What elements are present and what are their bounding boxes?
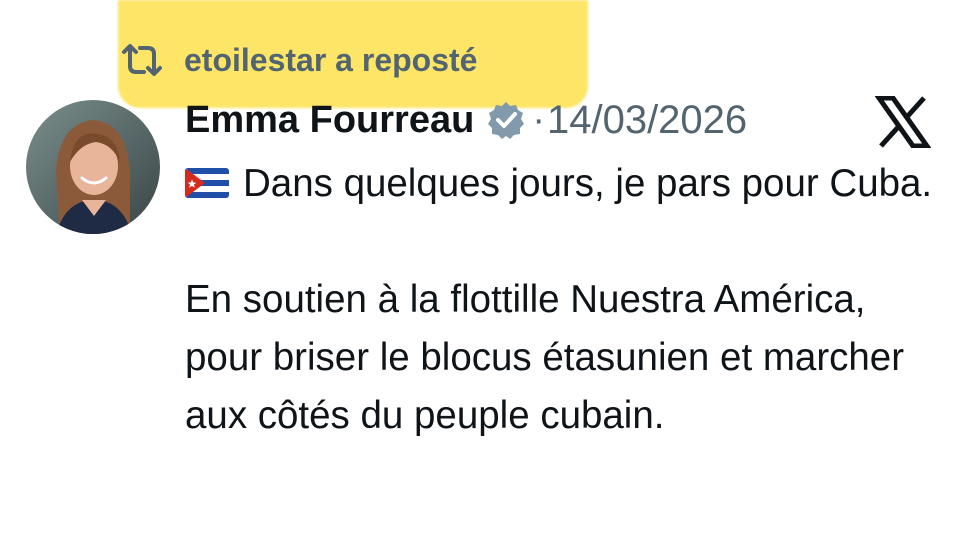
separator-dot: · xyxy=(532,98,545,141)
post-paragraph-2: En soutien à la flottille Nuestra Améric… xyxy=(185,278,905,437)
x-logo-icon[interactable] xyxy=(875,96,931,148)
post-text: Dans quelques jours, je pars pour Cuba. … xyxy=(185,155,935,445)
post-paragraph: En soutien à la flottille Nuestra Améric… xyxy=(185,271,935,445)
author-name[interactable]: Emma Fourreau xyxy=(185,99,474,142)
repost-icon xyxy=(120,42,164,78)
post-paragraph: Dans quelques jours, je pars pour Cuba. xyxy=(185,155,935,213)
post-paragraph-1: Dans quelques jours, je pars pour Cuba. xyxy=(243,162,933,205)
avatar[interactable] xyxy=(26,100,160,234)
verified-badge-icon xyxy=(474,100,526,140)
post-date[interactable]: 14/03/2026 xyxy=(547,98,747,143)
cuba-flag-icon xyxy=(185,168,229,198)
post-header: Emma Fourreau · 14/03/2026 xyxy=(185,95,747,145)
repost-label: etoilestar a reposté xyxy=(184,41,478,78)
repost-indicator[interactable]: etoilestar a reposté xyxy=(120,38,477,82)
